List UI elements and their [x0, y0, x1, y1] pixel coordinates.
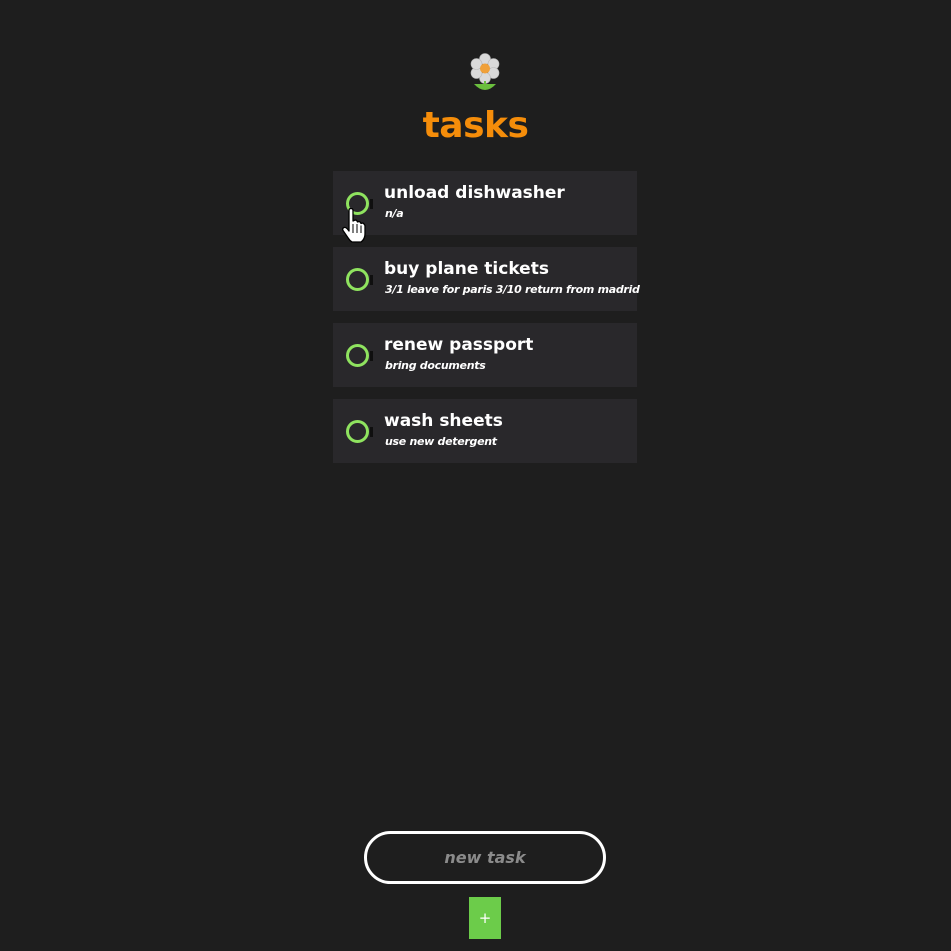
checkbox-notch	[370, 199, 373, 209]
add-task-button[interactable]: +	[469, 897, 501, 939]
flower-icon	[470, 53, 500, 90]
task-title: buy plane tickets	[384, 259, 549, 279]
checkbox-notch	[370, 275, 373, 285]
page-title: tasks	[422, 105, 529, 146]
checkbox-notch	[370, 427, 373, 437]
task-title: renew passport	[384, 335, 534, 355]
task-checkbox[interactable]	[346, 420, 373, 443]
task-item[interactable]: wash sheets use new detergent	[333, 399, 637, 463]
new-task-input[interactable]	[364, 831, 606, 884]
task-item[interactable]: unload dishwasher n/a	[333, 171, 637, 235]
task-list: unload dishwasher n/a buy plane tickets …	[333, 171, 640, 475]
task-note: bring documents	[385, 359, 486, 372]
task-title: unload dishwasher	[384, 183, 565, 203]
task-note: use new detergent	[385, 435, 497, 448]
checkbox-notch	[370, 351, 373, 361]
task-note: n/a	[385, 207, 404, 220]
task-item[interactable]: renew passport bring documents	[333, 323, 637, 387]
task-title: wash sheets	[384, 411, 503, 431]
task-item[interactable]: buy plane tickets 3/1 leave for paris 3/…	[333, 247, 640, 311]
task-checkbox[interactable]	[346, 192, 373, 215]
task-checkbox[interactable]	[346, 344, 373, 367]
task-note: 3/1 leave for paris 3/10 return from mad…	[385, 283, 640, 296]
task-checkbox[interactable]	[346, 268, 373, 291]
tasks-page: tasks unload dishwasher n/a buy plane ti…	[0, 0, 951, 951]
